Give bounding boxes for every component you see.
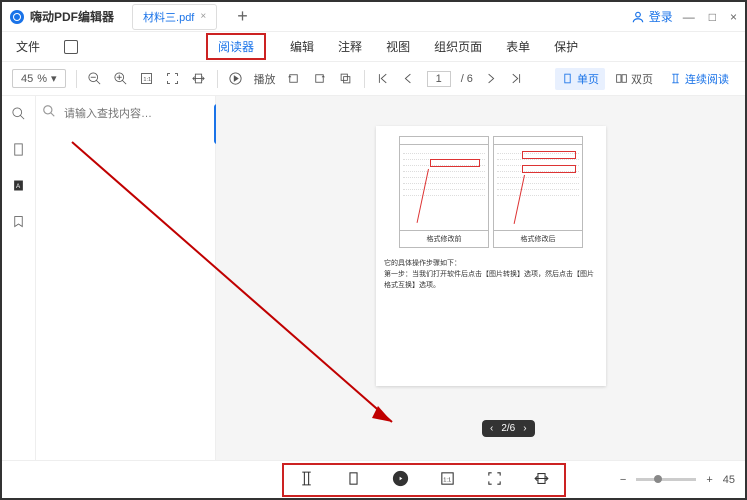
page-thumbnail: 格式修改前 格式修改后 它的具体操作步骤如下： 第一步：当我们打开软件后点击【图… [376, 126, 606, 386]
menu-organize[interactable]: 组织页面 [434, 38, 482, 55]
chevron-down-icon: ▾ [51, 72, 57, 85]
panel-right-caption: 格式修改后 [494, 230, 582, 247]
zoom-value: 45 [21, 73, 33, 85]
app-logo-icon [10, 10, 24, 24]
menu-form[interactable]: 表单 [506, 38, 530, 55]
fit-width-bottom-icon[interactable] [533, 470, 550, 490]
floating-page-nav: ‹ 2/6 › [482, 420, 535, 437]
next-page-icon[interactable] [483, 71, 499, 87]
nav-prev-icon[interactable]: ‹ [490, 423, 493, 434]
tab-label: 材料三.pdf [143, 9, 194, 25]
title-bar: 嗨动PDF编辑器 材料三.pdf × + 登录 — □ × [2, 2, 745, 32]
double-page-label: 双页 [631, 71, 653, 87]
toolbar: 45 % ▾ 1:1 播放 1 / 6 单页 双页 连续阅读 [2, 62, 745, 96]
document-tab[interactable]: 材料三.pdf × [132, 4, 217, 30]
bottom-tool-group: 1:1 [282, 463, 566, 497]
rotate-left-icon[interactable] [286, 71, 302, 87]
page-total: / 6 [461, 73, 473, 85]
menu-bar: 文件 阅读器 编辑 注释 视图 组织页面 表单 保护 [2, 32, 745, 62]
left-rail: A [2, 96, 36, 460]
zoom-readout: 45 [723, 474, 735, 486]
fit-page-icon[interactable] [165, 71, 181, 87]
svg-text:1:1: 1:1 [143, 77, 151, 83]
continuous-button[interactable]: 连续阅读 [663, 68, 735, 90]
play-bottom-icon[interactable] [392, 470, 409, 490]
zoom-out-icon[interactable] [87, 71, 103, 87]
rotate-right-icon[interactable] [312, 71, 328, 87]
single-page-icon [561, 72, 574, 85]
menu-annotate[interactable]: 注释 [338, 38, 362, 55]
zoom-plus[interactable]: + [706, 474, 712, 486]
bookmarks-tab-icon[interactable]: A [11, 178, 26, 196]
zoom-dropdown[interactable]: 45 % ▾ [12, 69, 66, 88]
new-tab-button[interactable]: + [237, 6, 248, 27]
page-input[interactable]: 1 [427, 71, 451, 87]
single-page-label: 单页 [577, 71, 599, 87]
actual-size-icon[interactable]: 1:1 [139, 71, 155, 87]
search-input[interactable] [62, 104, 208, 124]
thumbnails-tab-icon[interactable] [11, 142, 26, 160]
menu-view[interactable]: 视图 [386, 38, 410, 55]
body-area: A 查找 格式修改前 [2, 96, 745, 460]
play-label[interactable]: 播放 [254, 71, 276, 87]
zoom-slider[interactable] [636, 478, 696, 481]
search-icon [42, 104, 56, 121]
fit-width-icon[interactable] [191, 71, 207, 87]
app-title: 嗨动PDF编辑器 [30, 8, 114, 25]
nav-page-label: 2/6 [501, 423, 515, 434]
search-panel: 查找 [36, 96, 216, 460]
panel-left-caption: 格式修改前 [400, 230, 488, 247]
svg-text:1:1: 1:1 [443, 477, 451, 483]
last-page-icon[interactable] [509, 71, 525, 87]
zoom-controls: − + 45 [620, 474, 735, 486]
zoom-pct: % [37, 73, 47, 85]
actual-size-bottom-icon[interactable]: 1:1 [439, 470, 456, 490]
prev-page-icon[interactable] [401, 71, 417, 87]
close-button[interactable]: × [730, 10, 737, 24]
login-label: 登录 [649, 8, 673, 25]
zoom-in-icon[interactable] [113, 71, 129, 87]
nav-next-icon[interactable]: › [523, 423, 526, 434]
fit-page-bottom-icon[interactable] [486, 470, 503, 490]
first-page-icon[interactable] [375, 71, 391, 87]
double-page-icon [615, 72, 628, 85]
save-icon[interactable] [64, 40, 78, 54]
login-button[interactable]: 登录 [631, 8, 673, 25]
continuous-scroll-icon[interactable] [298, 470, 315, 490]
document-canvas[interactable]: 格式修改前 格式修改后 它的具体操作步骤如下： 第一步：当我们打开软件后点击【图… [216, 96, 745, 460]
continuous-icon [669, 72, 682, 85]
outline-tab-icon[interactable] [11, 214, 26, 232]
doc-line1: 它的具体操作步骤如下： [384, 258, 598, 269]
single-page-button[interactable]: 单页 [555, 68, 605, 90]
menu-edit[interactable]: 编辑 [290, 38, 314, 55]
menu-reader[interactable]: 阅读器 [206, 33, 266, 60]
play-icon[interactable] [228, 71, 244, 87]
double-page-button[interactable]: 双页 [609, 68, 659, 90]
doc-line2: 第一步：当我们打开软件后点击【图片转换】选项，然后点击【图片格式互换】选项。 [384, 269, 598, 291]
minimize-button[interactable]: — [683, 10, 695, 24]
continuous-label: 连续阅读 [685, 71, 729, 87]
window-controls: — □ × [683, 10, 737, 24]
menu-file[interactable]: 文件 [16, 38, 40, 55]
user-icon [631, 10, 645, 24]
tab-close-icon[interactable]: × [200, 11, 206, 22]
maximize-button[interactable]: □ [709, 10, 716, 24]
bottom-bar: 1:1 − + 45 [2, 460, 745, 498]
copy-icon[interactable] [338, 71, 354, 87]
zoom-minus[interactable]: − [620, 474, 626, 486]
menu-protect[interactable]: 保护 [554, 38, 578, 55]
search-tab-icon[interactable] [11, 106, 26, 124]
single-page-bottom-icon[interactable] [345, 470, 362, 490]
